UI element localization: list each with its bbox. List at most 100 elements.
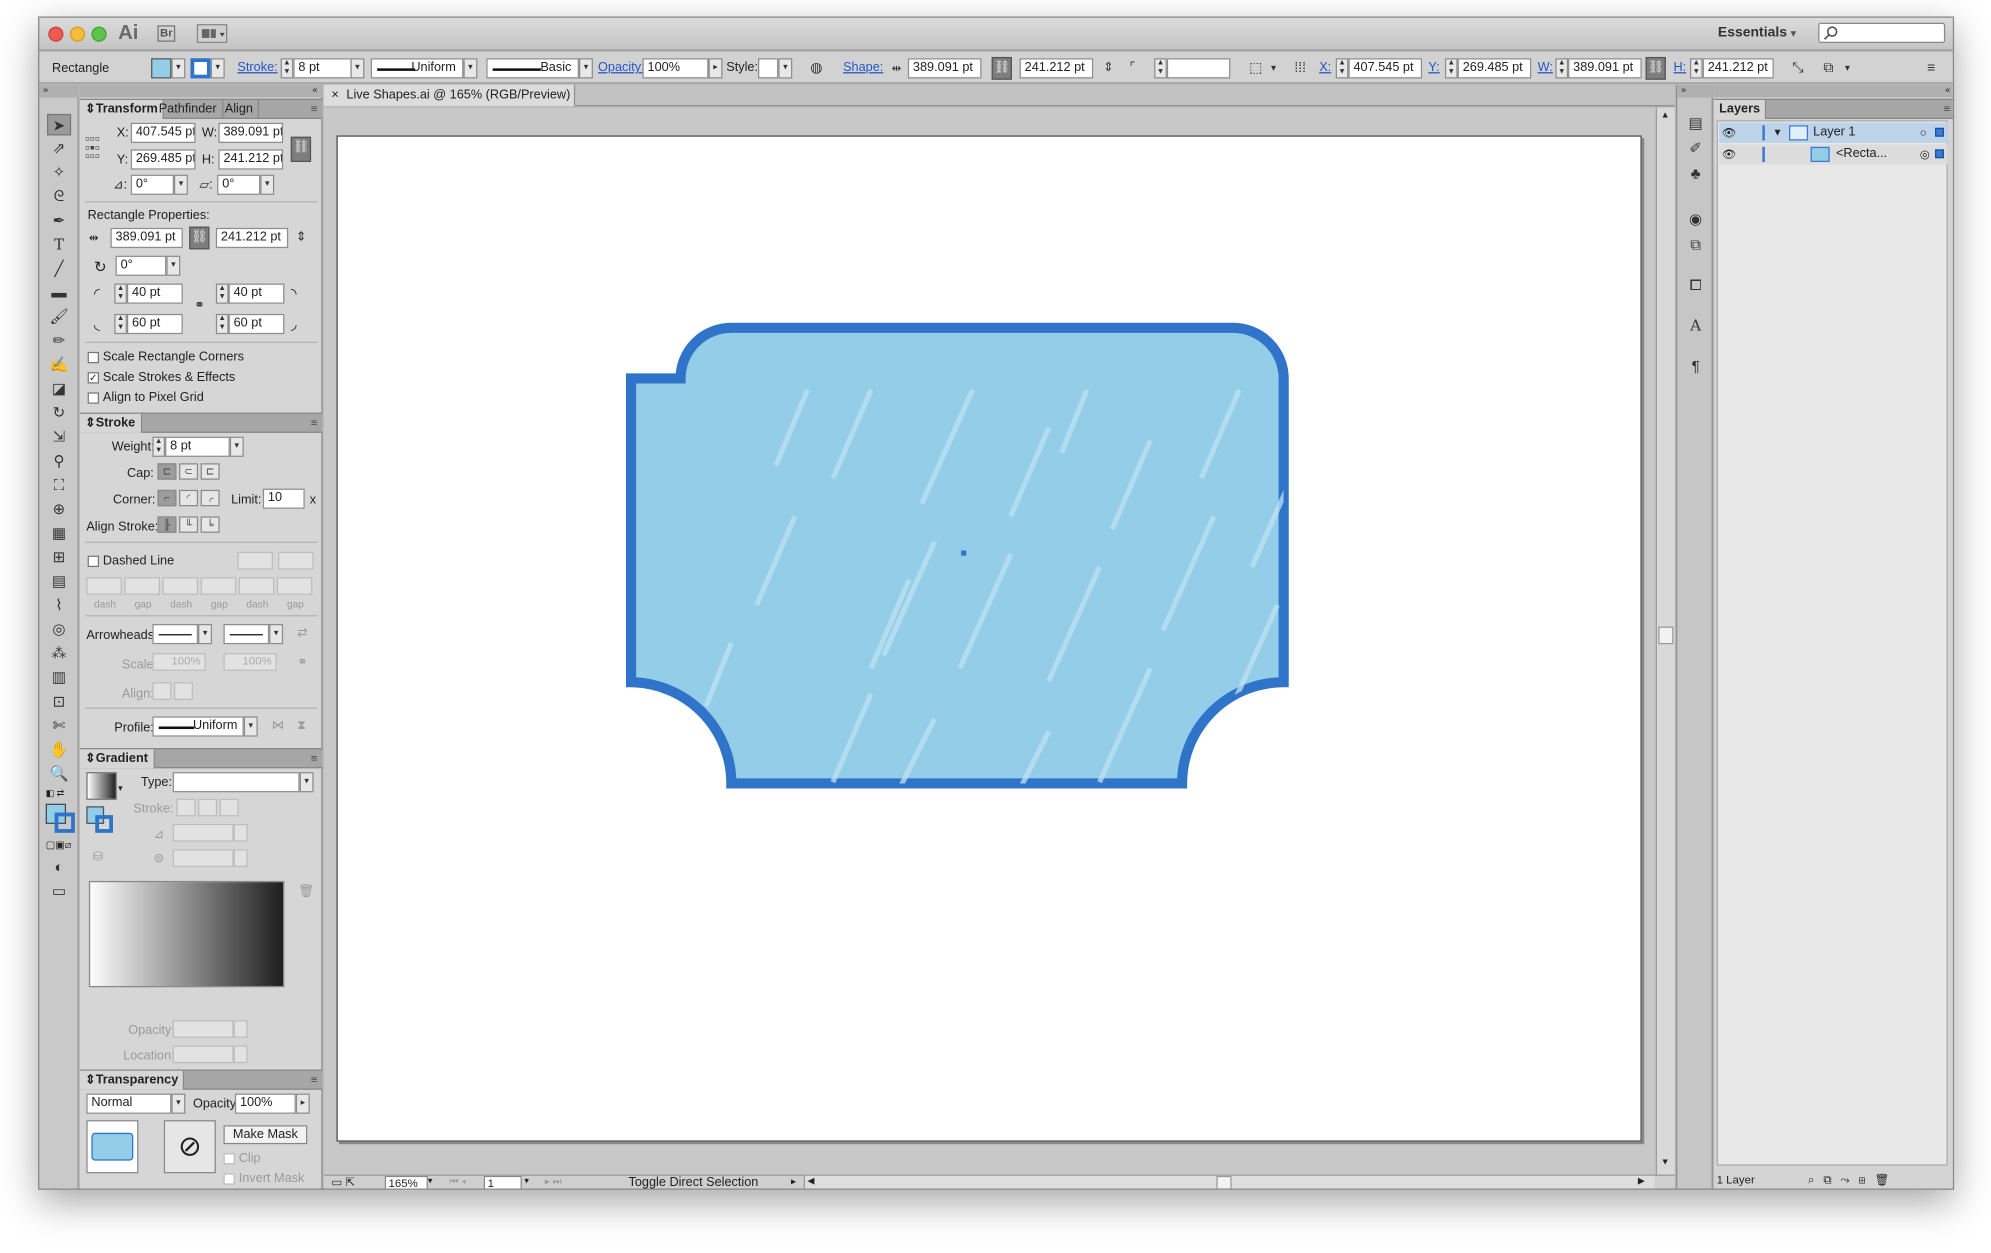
scroll-left-icon[interactable]: ◀	[808, 1176, 815, 1186]
eye-icon[interactable]: 👁	[1722, 144, 1737, 164]
workspace-switcher[interactable]: Essentials ▾	[1718, 25, 1796, 40]
next-page-icon[interactable]: ▸ ⏭	[545, 1176, 562, 1189]
round-join-icon[interactable]: ◜	[179, 489, 199, 507]
clip-checkbox[interactable]	[223, 1153, 235, 1165]
gradient-dropdown-icon[interactable]: ▾	[118, 783, 122, 794]
end-arrowhead[interactable]	[223, 623, 270, 645]
help-search-input[interactable]	[1818, 22, 1946, 44]
first-page-icon[interactable]: ⏮ ◂	[449, 1176, 466, 1189]
control-bar-menu-icon[interactable]: ≡	[1921, 58, 1941, 78]
flip-across-icon[interactable]: ⧗	[297, 719, 306, 733]
reference-point-icon[interactable]: ⁞⁞⁞	[1290, 58, 1310, 78]
reference-point-locator-icon[interactable]: ▫▫▫ ▫▪▫ ▫▫▫	[85, 132, 100, 164]
dash-3-field[interactable]	[238, 577, 275, 595]
scale-corners-checkbox[interactable]	[87, 351, 100, 364]
w-field[interactable]: 389.091 pt	[1568, 58, 1642, 79]
artboard-tool-icon[interactable]: ⊡	[47, 691, 71, 713]
align-inside-icon[interactable]: ╙	[179, 516, 199, 533]
color-guide-icon[interactable]: ▤	[1685, 113, 1707, 133]
stroke-profile-dropdown[interactable]: ▾	[243, 716, 258, 737]
corner-tr-field[interactable]: 40 pt	[228, 283, 285, 304]
layers-swap-icon[interactable]: ⧠	[1685, 275, 1707, 295]
corner-tr-stepper[interactable]: ▲ ▼	[215, 283, 229, 304]
brushes-icon[interactable]: ✐	[1685, 138, 1707, 158]
pencil-tool-icon[interactable]: ✏	[47, 330, 71, 352]
arrow-align-tip-icon[interactable]	[152, 682, 172, 700]
invert-mask-checkbox[interactable]	[223, 1173, 235, 1185]
gradient-stroke-along-icon[interactable]	[198, 798, 218, 817]
target-icon[interactable]: ◎	[1920, 144, 1930, 164]
bevel-join-icon[interactable]: ⌌	[200, 489, 220, 507]
stroke-weight-field[interactable]: 8 pt	[293, 58, 352, 79]
end-arrowhead-dropdown[interactable]: ▾	[269, 623, 284, 645]
layer-action-icons[interactable]: ⌕⧉⤳⊞🗑	[1808, 1171, 1898, 1189]
opacity-arrow[interactable]: ▸	[708, 58, 723, 79]
y-link[interactable]: Y:	[1428, 61, 1439, 75]
default-colors-icon[interactable]: ◧ ⇄	[46, 789, 74, 799]
flip-along-icon[interactable]: ⋈	[272, 719, 285, 733]
corner-br-field[interactable]: 60 pt	[228, 313, 285, 335]
gradient-stroke-across-icon[interactable]	[219, 798, 239, 817]
rotate-tool-icon[interactable]: ↻	[47, 402, 71, 424]
preserve-dash-icon[interactable]	[237, 551, 273, 570]
gradient-stroke-within-icon[interactable]	[176, 798, 196, 817]
fill-dropdown[interactable]: ▾	[171, 58, 186, 79]
artboard[interactable]	[336, 135, 1642, 1142]
rotation-dropdown[interactable]: ▾	[166, 255, 181, 276]
gradient-angle-field[interactable]	[172, 823, 234, 842]
sublayer-row[interactable]: 👁 <Recta... ◎	[1719, 144, 1948, 165]
shape-link[interactable]: Shape:	[843, 61, 883, 75]
drawing-mode-icon[interactable]: ◐	[47, 857, 71, 879]
miter-join-icon[interactable]: ⌐	[157, 489, 177, 507]
pen-tool-icon[interactable]: ✒	[47, 210, 71, 232]
scale-tool-icon[interactable]: ⇲	[47, 427, 71, 449]
free-transform-tool-icon[interactable]: ⛶	[47, 475, 71, 497]
tab-transform[interactable]: ⇕Transform	[79, 99, 165, 119]
tab-pathfinder[interactable]: Pathfinder	[154, 99, 223, 119]
close-window-button[interactable]	[48, 26, 64, 42]
opacity-link[interactable]: Opacity:	[598, 61, 645, 75]
scroll-up-icon[interactable]: ▲	[1661, 111, 1670, 120]
eraser-tool-icon[interactable]: ◪	[47, 378, 71, 400]
selection-tool-icon[interactable]: ➤	[46, 113, 72, 136]
gradient-tool-icon[interactable]: ▤	[47, 571, 71, 593]
horizontal-scrollbar[interactable]: ◀ ▶	[803, 1175, 1655, 1189]
tab-align[interactable]: Align	[220, 99, 260, 119]
dash-1-field[interactable]	[86, 577, 122, 595]
w-stepper[interactable]: ▲ ▼	[1555, 58, 1569, 79]
graphic-styles-icon[interactable]: ⧉	[1685, 234, 1707, 254]
arrow-scale-end-field[interactable]: 100%	[223, 653, 277, 671]
tab-stroke[interactable]: ⇕Stroke	[79, 413, 142, 433]
align-pixel-checkbox[interactable]	[87, 392, 100, 404]
zoom-dropdown-icon[interactable]: ▾	[428, 1176, 439, 1189]
stroke-swatch-dropdown[interactable]: ▾	[210, 58, 225, 79]
line-tool-icon[interactable]: ╱	[47, 258, 71, 280]
character-icon[interactable]: A	[1685, 315, 1707, 335]
panel-menu-icon[interactable]: ≡	[311, 752, 318, 765]
delete-stop-icon[interactable]: 🗑	[298, 885, 314, 899]
constrain-rect-icon[interactable]: ⛓	[189, 226, 210, 250]
eyedropper-tool-icon[interactable]: ⌇	[47, 595, 71, 617]
magic-wand-tool-icon[interactable]: ✧	[47, 162, 71, 184]
weight-dropdown[interactable]: ▾	[229, 436, 244, 457]
object-thumbnail[interactable]	[86, 1120, 139, 1174]
page-dropdown-icon[interactable]: ▾	[524, 1176, 528, 1186]
limit-field[interactable]: 10	[262, 488, 305, 509]
rect-width-field[interactable]: 389.091 pt	[110, 227, 183, 249]
start-arrowhead-dropdown[interactable]: ▾	[198, 623, 213, 645]
collapse-panels-icon[interactable]: «	[1714, 84, 1953, 98]
shape-builder-tool-icon[interactable]: ⊕	[47, 499, 71, 521]
corner-type-icon[interactable]: ⌜	[1122, 58, 1142, 78]
blend-tool-icon[interactable]: ◎	[47, 619, 71, 641]
shape-height-field[interactable]: 241.212 pt	[1019, 58, 1094, 79]
gradient-type-field[interactable]	[172, 772, 300, 793]
scale-strokes-checkbox[interactable]: ✓	[87, 372, 100, 384]
butt-cap-icon[interactable]: ⊏	[157, 463, 177, 480]
gradient-type-dropdown[interactable]: ▾	[299, 772, 314, 793]
constrain-proportions-icon[interactable]: ⛓	[991, 56, 1012, 80]
minimize-window-button[interactable]	[69, 26, 86, 42]
screen-mode-icon[interactable]: ▭	[47, 881, 71, 903]
transform-x-field[interactable]: 407.545 pt	[130, 122, 196, 144]
y-field[interactable]: 269.485 pt	[1457, 58, 1532, 79]
panel-menu-icon[interactable]: ≡	[311, 416, 318, 429]
